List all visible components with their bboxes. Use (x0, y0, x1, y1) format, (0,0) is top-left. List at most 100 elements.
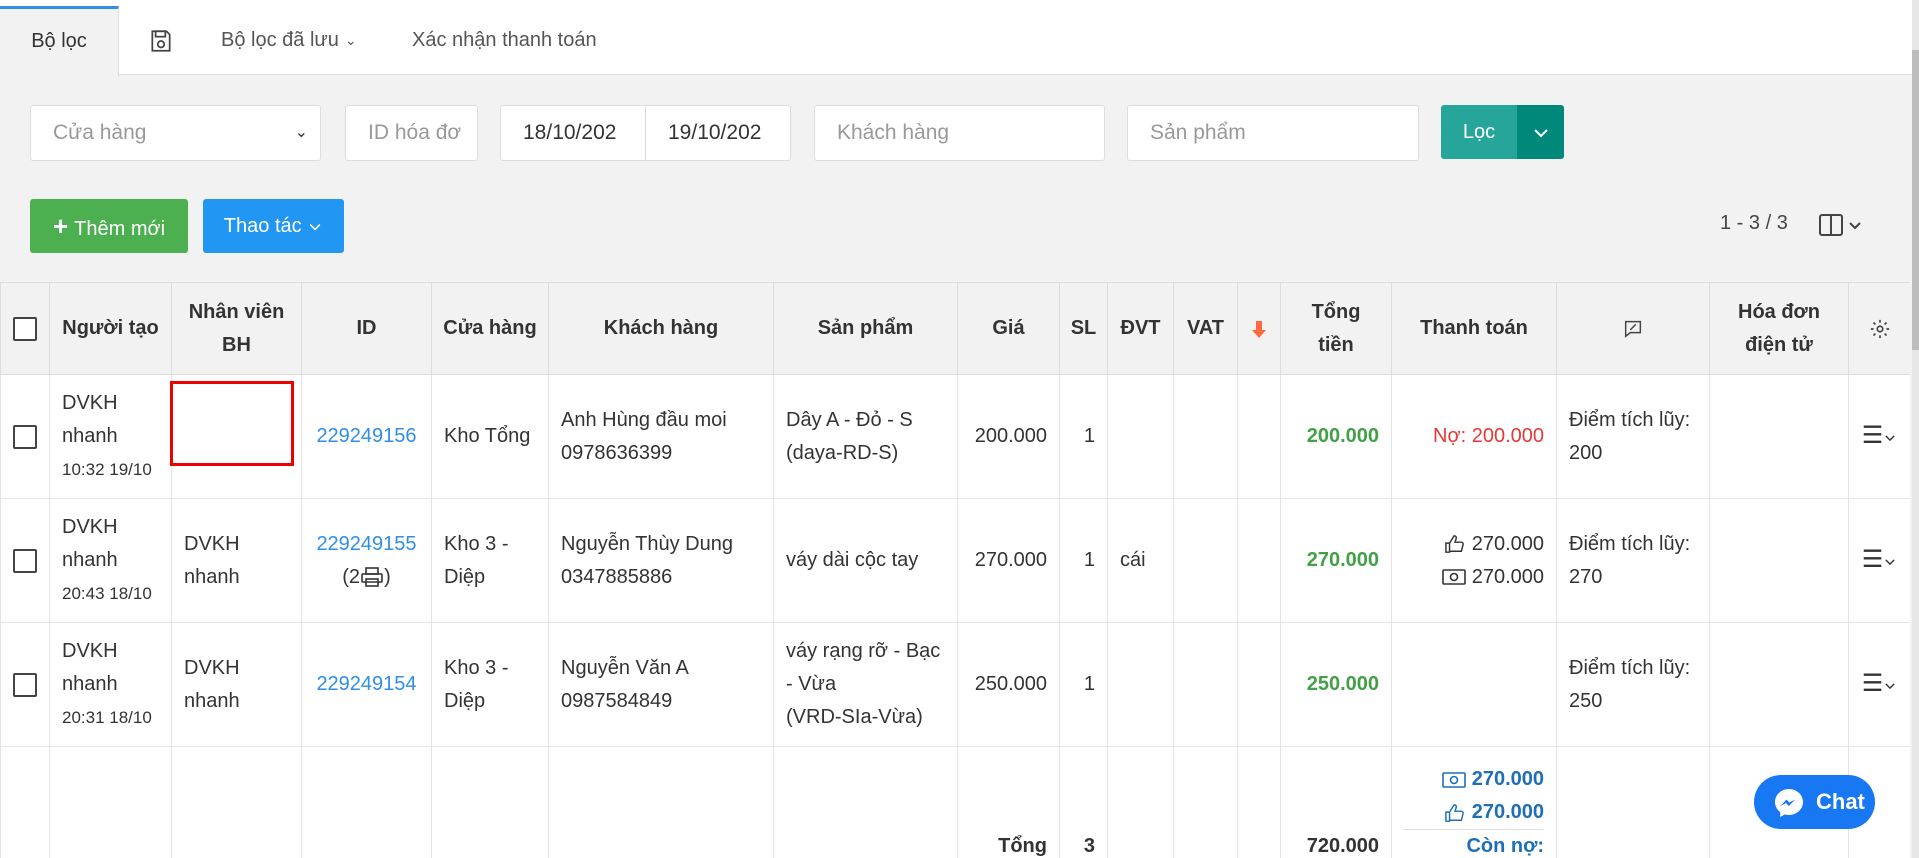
einvoice-cell (1709, 622, 1849, 747)
store-cell: Kho Tổng (431, 374, 549, 499)
print-count-close: ) (384, 565, 391, 588)
messenger-icon (1775, 789, 1803, 817)
operations-button[interactable]: Thao tác (203, 199, 344, 253)
totals-empty (431, 746, 549, 858)
row-select-cell (0, 374, 50, 499)
header-unit: ĐVT (1107, 282, 1174, 375)
customer-input[interactable]: Khách hàng (814, 105, 1105, 161)
price-cell: 250.000 (957, 622, 1060, 747)
store-select[interactable]: Cửa hàng ⌄ (30, 105, 321, 161)
tab-saved-filters-label: Bộ lọc đã lưu (221, 29, 339, 51)
points-label: Điểm tích lũy: (1569, 408, 1691, 431)
tab-saved-filters[interactable]: Bộ lọc đã lưu ⌄ (221, 6, 357, 75)
row-menu-button[interactable]: ☰ (1848, 374, 1910, 499)
scrollbar-thumb[interactable] (1912, 50, 1919, 350)
invoice-id-input[interactable]: ID hóa đơ (345, 105, 478, 161)
invoice-id-link[interactable]: 229249156 (316, 425, 416, 447)
creator-line1: DVKH (62, 516, 118, 538)
staff-line2: nhanh (184, 565, 240, 588)
row-checkbox[interactable] (13, 548, 37, 573)
invoice-id-link[interactable]: 229249155 (316, 533, 416, 555)
row-menu-button[interactable]: ☰ (1848, 498, 1910, 623)
product-cell: váy dài cộc tay (773, 498, 958, 623)
table-row: DVKH nhanh 20:31 18/10 DVKH nhanh 229249154… (0, 622, 1910, 747)
product-line2: - Vừa (786, 673, 837, 695)
staff-line2: nhanh (184, 689, 240, 712)
creator-line2: nhanh (62, 549, 118, 571)
invoice-id-link[interactable]: 229249154 (316, 673, 416, 695)
einvoice-cell (1709, 374, 1849, 499)
header-note (1556, 282, 1710, 375)
cash-icon (1442, 771, 1466, 788)
creator-line2: nhanh (62, 425, 118, 447)
payment-transfer: 270.000 (1471, 532, 1544, 555)
customer-name[interactable]: Nguyễn Thùy Dung (561, 533, 733, 555)
select-all-checkbox[interactable] (13, 316, 37, 341)
vat-cell (1173, 498, 1238, 623)
points-value: 200 (1569, 441, 1603, 464)
select-all-header (0, 282, 50, 375)
store-line2: Diệp (444, 565, 486, 588)
creator-cell: DVKH nhanh 20:31 18/10 (49, 622, 172, 747)
einvoice-cell (1709, 498, 1849, 623)
totals-amount: 720.000 (1280, 746, 1392, 858)
payment-cell: 270.000 270.000 (1391, 498, 1557, 623)
totals-empty (0, 746, 50, 858)
sales-staff-cell: DVKH nhanh (171, 498, 302, 623)
row-checkbox[interactable] (13, 672, 37, 697)
row-select-cell (0, 622, 50, 747)
created-time: 20:31 18/10 (62, 708, 152, 727)
header-product: Sản phẩm (773, 282, 958, 375)
totals-empty (49, 746, 172, 858)
date-to-input[interactable]: 19/10/202 (645, 105, 791, 161)
customer-cell: Nguyễn Văn A 0987584849 (548, 622, 774, 747)
product-input[interactable]: Sản phẩm (1127, 105, 1419, 161)
operations-label: Thao tác (223, 215, 302, 237)
product-cell: Dây A - Đỏ - S (daya-RD-S) (773, 374, 958, 499)
sort-cell (1237, 622, 1281, 747)
chevron-down-icon (1533, 129, 1548, 138)
filter-dropdown-button[interactable] (1517, 105, 1564, 159)
date-from-input[interactable]: 18/10/202 (500, 105, 646, 161)
header-sales-staff: Nhân viên BH (171, 282, 302, 375)
table-settings-button[interactable] (1848, 282, 1910, 375)
totals-label: Tổng (957, 746, 1060, 858)
header-sales-staff-line1: Nhân viên (188, 300, 285, 323)
price-cell: 270.000 (957, 498, 1060, 623)
tab-confirm-payment[interactable]: Xác nhận thanh toán (412, 6, 597, 75)
sort-cell (1237, 374, 1281, 499)
header-customer: Khách hàng (548, 282, 774, 375)
row-checkbox[interactable] (13, 424, 37, 449)
chevron-down-icon (309, 223, 321, 231)
customer-cell: Anh Hùng đầu moi 0978636399 (548, 374, 774, 499)
chat-button[interactable]: Chat (1754, 775, 1875, 829)
menu-icon: ☰ (1861, 670, 1884, 697)
header-id: ID (301, 282, 432, 375)
column-settings-button[interactable] (1818, 212, 1866, 238)
row-menu-button[interactable]: ☰ (1848, 622, 1910, 747)
add-new-button[interactable]: + Thêm mới (30, 199, 188, 253)
totals-empty (773, 746, 958, 858)
customer-name[interactable]: Anh Hùng đầu moi (561, 409, 727, 431)
header-total-line1: Tổng (1311, 300, 1361, 323)
creator-line1: DVKH (62, 392, 118, 414)
printer-icon (361, 567, 383, 588)
sales-staff-cell (171, 374, 302, 499)
header-vat: VAT (1173, 282, 1238, 375)
totals-cash: 270.000 (1471, 768, 1544, 790)
creator-cell: DVKH nhanh 10:32 19/10 (49, 374, 172, 499)
product-cell: váy rạng rỡ - Bạc - Vừa (VRD-SIa-Vừa) (773, 622, 958, 747)
gear-icon (1870, 319, 1889, 338)
store-cell: Kho 3 - Diệp (431, 622, 549, 747)
payment-cash: 270.000 (1471, 565, 1544, 588)
header-sort[interactable] (1237, 282, 1281, 375)
columns-icon (1819, 214, 1861, 236)
customer-name[interactable]: Nguyễn Văn A (561, 657, 689, 679)
filter-button[interactable]: Lọc (1441, 105, 1517, 159)
save-filter-button[interactable] (148, 6, 174, 75)
vat-cell (1173, 622, 1238, 747)
header-total-line2: tiền (1318, 333, 1354, 356)
note-icon (1624, 320, 1642, 338)
vat-cell (1173, 374, 1238, 499)
tab-filter[interactable]: Bộ lọc (0, 6, 119, 76)
